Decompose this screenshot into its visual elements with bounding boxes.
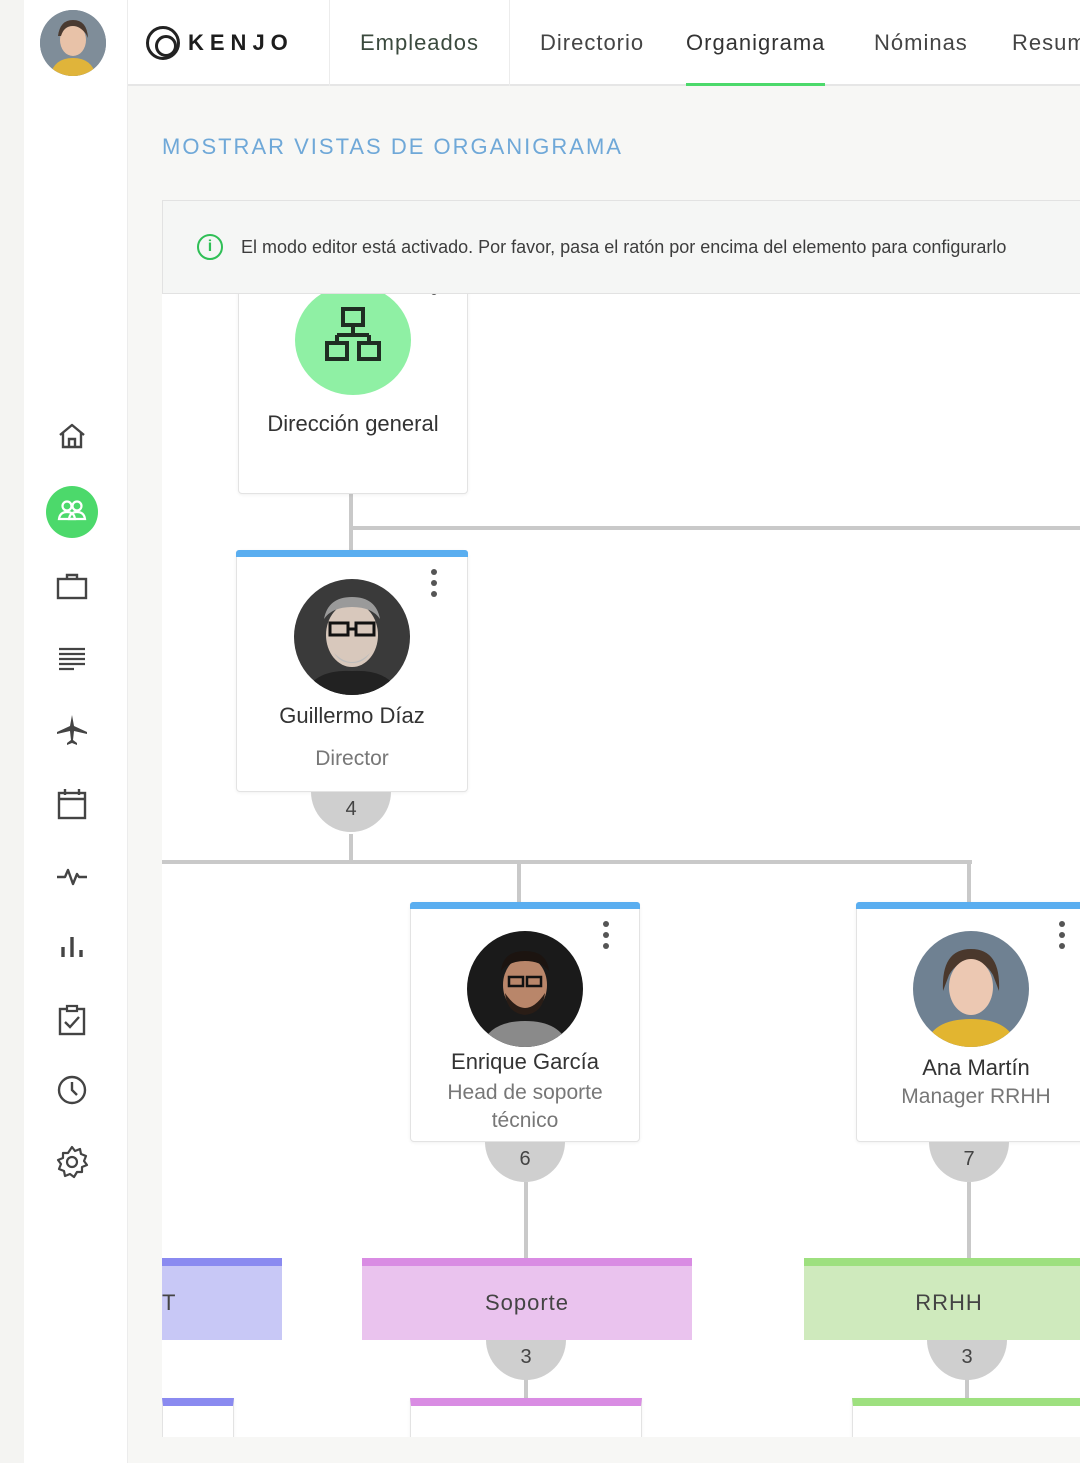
sidebar-item-travel[interactable] bbox=[46, 704, 98, 756]
employee-name: Ana Martín bbox=[922, 1055, 1030, 1080]
editor-mode-notice: i El modo editor está activado. Por favo… bbox=[162, 200, 1080, 294]
connector-line bbox=[349, 834, 353, 862]
sidebar-item-list[interactable] bbox=[46, 632, 98, 684]
employee-photo bbox=[913, 931, 1029, 1047]
org-node-employee[interactable]: Enrique García Head de soporte técnico bbox=[410, 902, 640, 1142]
nav-employees[interactable]: Empleados bbox=[330, 0, 510, 86]
sidebar-item-briefcase[interactable] bbox=[46, 560, 98, 612]
connector-line bbox=[517, 860, 521, 902]
employee-name: Guillermo Díaz bbox=[279, 703, 425, 728]
app-window: KENJO Empleados Directorio Organigrama N… bbox=[0, 0, 1080, 1463]
left-gutter bbox=[0, 0, 24, 1463]
tab-payroll[interactable]: Nóminas bbox=[874, 0, 968, 86]
kenjo-logo-icon bbox=[146, 26, 180, 60]
connector-line bbox=[967, 1182, 971, 1260]
brand-logo[interactable]: KENJO bbox=[128, 0, 330, 86]
connector-line bbox=[162, 860, 972, 864]
home-icon bbox=[59, 423, 85, 449]
user-avatar[interactable] bbox=[40, 10, 106, 76]
sidebar-item-time[interactable] bbox=[46, 1064, 98, 1116]
more-options-icon[interactable] bbox=[431, 294, 437, 297]
tab-summary[interactable]: Resum bbox=[1012, 0, 1080, 86]
employee-role: Manager RRHH bbox=[901, 1085, 1051, 1108]
tab-directory[interactable]: Directorio bbox=[540, 0, 644, 86]
department-name: RRHH bbox=[915, 1290, 983, 1315]
sidebar-item-home[interactable] bbox=[46, 410, 98, 462]
briefcase-icon bbox=[56, 573, 88, 600]
employee-role-line2: técnico bbox=[491, 1109, 559, 1132]
sidebar-item-calendar[interactable] bbox=[46, 778, 98, 830]
pulse-icon bbox=[57, 868, 87, 886]
more-options-icon[interactable] bbox=[603, 921, 609, 953]
employee-photo bbox=[294, 579, 410, 695]
tab-org-chart-label: Organigrama bbox=[686, 30, 826, 55]
org-chart-canvas[interactable]: Dirección general Guillermo Díaz Directo… bbox=[162, 294, 1080, 1437]
gear-icon bbox=[56, 1145, 89, 1179]
notice-text: El modo editor está activado. Por favor,… bbox=[241, 236, 1007, 257]
employee-role: Director bbox=[315, 747, 389, 770]
department-name: T bbox=[162, 1290, 177, 1315]
tab-summary-label: Resum bbox=[1012, 30, 1080, 55]
bar-chart-icon bbox=[61, 937, 83, 957]
sidebar-item-reports[interactable] bbox=[46, 920, 98, 972]
direct-reports-count[interactable]: 4 bbox=[311, 792, 391, 832]
employee-photo bbox=[467, 931, 583, 1047]
org-node-director[interactable]: Guillermo Díaz Director bbox=[236, 550, 468, 792]
sidebar-item-people[interactable] bbox=[46, 486, 98, 538]
sidebar-item-pulse[interactable] bbox=[46, 850, 98, 902]
airplane-icon bbox=[57, 715, 87, 745]
show-org-views-link[interactable]: MOSTRAR VISTAS DE ORGANIGRAMA bbox=[162, 134, 623, 160]
info-icon: i bbox=[197, 234, 223, 260]
connector-line bbox=[349, 526, 1080, 530]
org-node-partial[interactable] bbox=[410, 1398, 642, 1437]
sidebar bbox=[24, 0, 128, 1463]
brand-name: KENJO bbox=[188, 30, 294, 55]
department-node[interactable]: T bbox=[162, 1258, 282, 1340]
org-node-partial[interactable] bbox=[162, 1398, 234, 1437]
connector-line bbox=[349, 494, 353, 550]
connector-line bbox=[967, 860, 971, 902]
tab-payroll-label: Nóminas bbox=[874, 30, 968, 55]
org-node-employee[interactable]: Ana Martín Manager RRHH bbox=[856, 902, 1080, 1142]
connector-line bbox=[524, 1182, 528, 1260]
main-content: MOSTRAR VISTAS DE ORGANIGRAMA i El modo … bbox=[128, 86, 1080, 1463]
org-node-root[interactable]: Dirección general bbox=[238, 294, 468, 494]
department-count[interactable]: 3 bbox=[927, 1340, 1007, 1380]
user-avatar-image bbox=[40, 10, 106, 76]
sidebar-item-settings[interactable] bbox=[46, 1136, 98, 1188]
sidebar-item-tasks[interactable] bbox=[46, 994, 98, 1046]
department-name: Soporte bbox=[484, 1290, 570, 1315]
direct-reports-count[interactable]: 6 bbox=[485, 1142, 565, 1182]
checklist-icon bbox=[58, 1004, 86, 1036]
calendar-icon bbox=[57, 789, 87, 820]
department-count[interactable]: 3 bbox=[486, 1340, 566, 1380]
list-icon bbox=[59, 647, 85, 671]
more-options-icon[interactable] bbox=[1059, 921, 1065, 953]
tab-directory-label: Directorio bbox=[540, 30, 645, 55]
more-options-icon[interactable] bbox=[431, 569, 437, 601]
department-node[interactable]: Soporte bbox=[362, 1258, 692, 1340]
org-chart-icon bbox=[295, 294, 411, 395]
department-node[interactable]: RRHH bbox=[804, 1258, 1080, 1340]
direct-reports-count[interactable]: 7 bbox=[929, 1142, 1009, 1182]
clock-icon bbox=[57, 1075, 87, 1105]
employee-name: Enrique García bbox=[451, 1049, 599, 1074]
people-icon bbox=[57, 500, 87, 521]
top-navigation: KENJO Empleados Directorio Organigrama N… bbox=[128, 0, 1080, 88]
tab-org-chart[interactable]: Organigrama bbox=[686, 0, 826, 88]
root-node-name: Dirección general bbox=[267, 411, 439, 436]
employee-role-line1: Head de soporte bbox=[447, 1081, 603, 1104]
org-node-partial[interactable] bbox=[852, 1398, 1080, 1437]
